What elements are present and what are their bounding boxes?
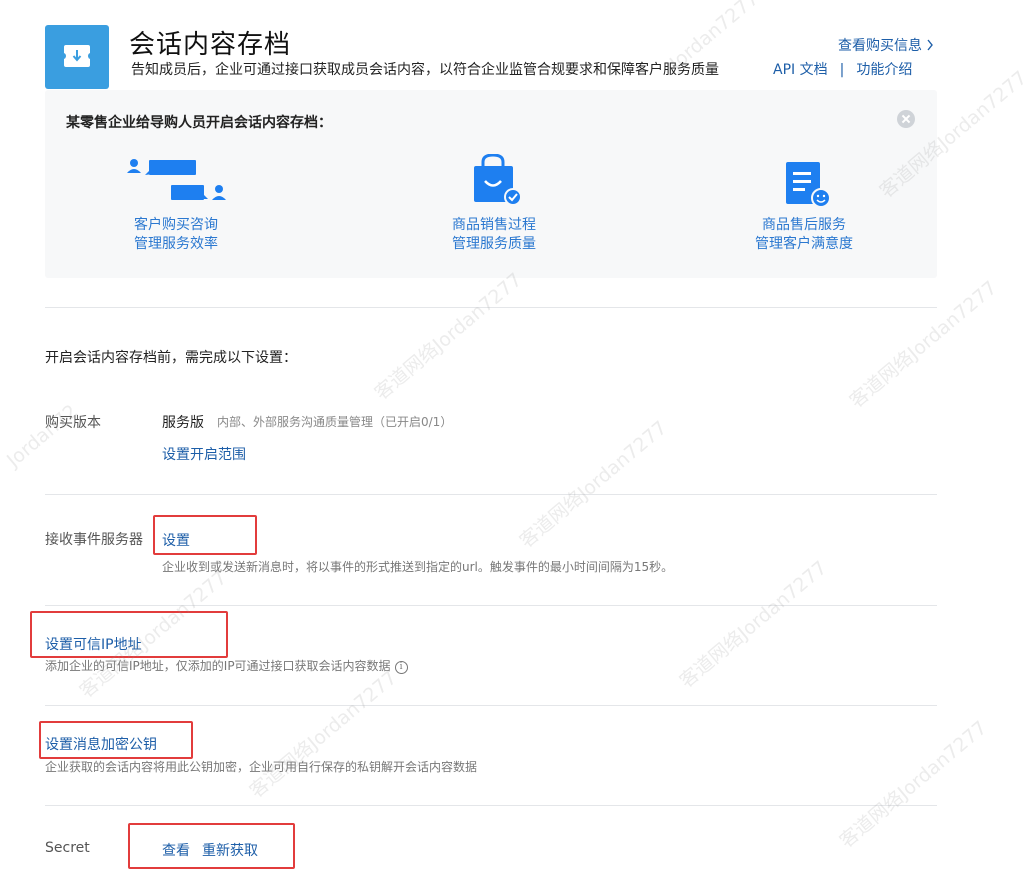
feature-caption-line1: 商品售后服务 (762, 217, 846, 233)
event-server-label: 接收事件服务器 (45, 532, 143, 548)
secret-regain-link[interactable]: 重新获取 (202, 840, 258, 860)
promo-title: 某零售企业给导购人员开启会话内容存档： (66, 115, 332, 131)
watermark: 客道网络Jordan7277 (245, 666, 402, 803)
divider (45, 307, 937, 308)
version-label: 购买版本 (45, 415, 101, 431)
feature-caption-line1: 商品销售过程 (452, 217, 536, 233)
watermark: 客道网络Jordan7277 (845, 276, 1002, 413)
chat-users-icon (127, 159, 226, 200)
page-subtitle: 告知成员后，企业可通过接口获取成员会话内容，以符合企业监管合规要求和保障客户服务… (131, 62, 719, 78)
feature-caption-line2: 管理服务质量 (452, 236, 536, 252)
buy-info-label[interactable]: 查看购买信息 (838, 38, 922, 54)
event-server-desc: 企业收到或发送新消息时，将以事件的形式推送到指定的url。触发事件的最小时间间隔… (162, 560, 674, 574)
feature-intro-link[interactable]: 功能介绍 (856, 62, 912, 78)
secret-view-link[interactable]: 查看 (162, 840, 190, 860)
top-links: API 文档 | 功能介绍 (773, 59, 912, 79)
trusted-ip-link[interactable]: 设置可信IP地址 (45, 634, 142, 654)
event-server-set-link[interactable]: 设置 (162, 530, 190, 550)
close-icon[interactable] (897, 110, 915, 128)
feature-caption-line1: 客户购买咨询 (134, 217, 218, 233)
feature-caption-line2: 管理客户满意度 (755, 236, 853, 252)
divider (45, 705, 937, 706)
feature-caption-line2: 管理服务效率 (134, 236, 218, 252)
link-separator: | (839, 62, 845, 78)
shopping-bag-icon (474, 154, 522, 206)
set-scope-link[interactable]: 设置开启范围 (162, 444, 246, 464)
watermark: 客道网络Jordan7277 (515, 416, 672, 553)
watermark: 客道网络Jordan7277 (370, 268, 527, 405)
api-doc-link[interactable]: API 文档 (773, 62, 828, 78)
document-smile-icon (786, 162, 831, 208)
trusted-ip-desc: 添加企业的可信IP地址，仅添加的IP可通过接口获取会话内容数据 i (45, 657, 408, 674)
divider (45, 805, 937, 806)
page-title: 会话内容存档 (129, 30, 292, 60)
version-name: 服务版 (162, 415, 204, 431)
encrypt-key-desc: 企业获取的会话内容将用此公钥加密，企业可用自行保存的私钥解开会话内容数据 (45, 760, 478, 774)
info-icon[interactable]: i (394, 661, 408, 674)
encrypt-key-link[interactable]: 设置消息加密公钥 (45, 734, 157, 754)
watermark: 客道网络Jordan7277 (835, 716, 992, 853)
version-desc: 内部、外部服务沟通质量管理（已开启0/1） (217, 415, 453, 429)
trusted-ip-desc-text: 添加企业的可信IP地址，仅添加的IP可通过接口获取会话内容数据 (45, 659, 391, 673)
feature-sales-process: 商品销售过程 管理服务质量 (434, 216, 554, 254)
watermark: 客道网络Jordan7277 (675, 556, 832, 693)
app-icon (45, 25, 109, 89)
chevron-right-icon (927, 39, 934, 51)
secret-label: Secret (45, 840, 90, 856)
buy-info-link[interactable]: 查看购买信息 (838, 35, 934, 55)
feature-customer-consult: 客户购买咨询 管理服务效率 (116, 216, 236, 254)
divider (45, 494, 937, 495)
divider (45, 605, 937, 606)
feature-after-sales: 商品售后服务 管理客户满意度 (744, 216, 864, 254)
settings-intro: 开启会话内容存档前，需完成以下设置： (45, 350, 297, 366)
